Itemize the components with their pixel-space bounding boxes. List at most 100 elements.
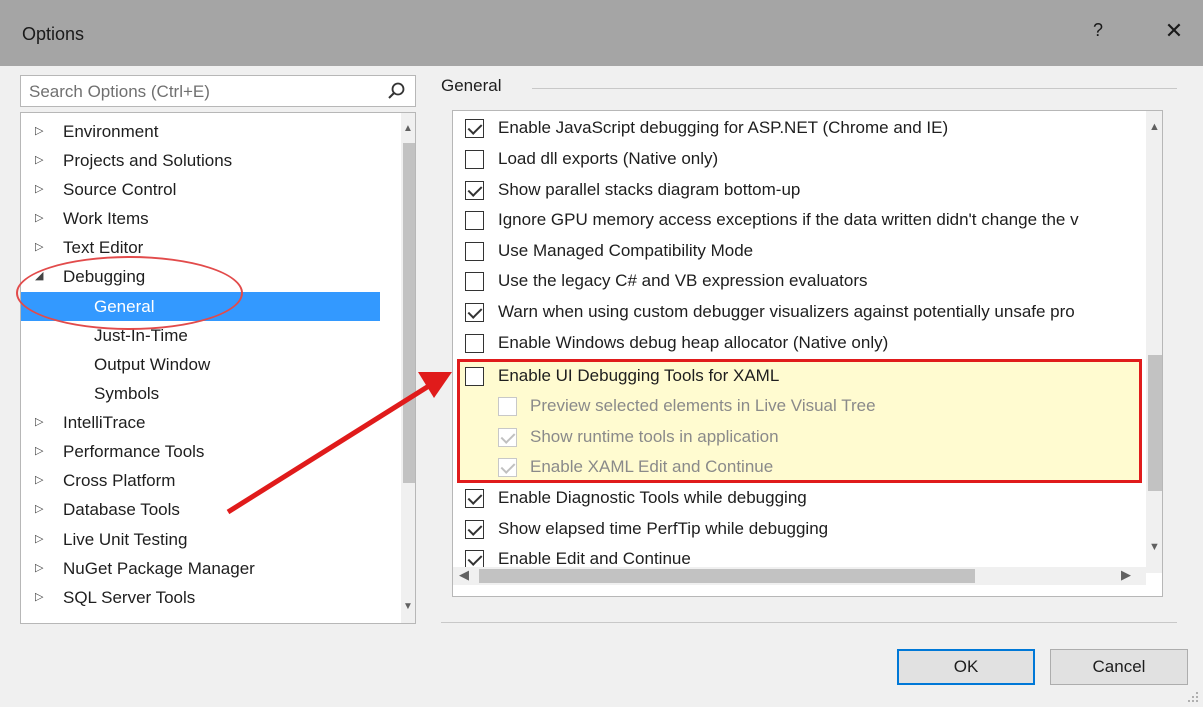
tree-item-cross-platform[interactable]: ▷ Cross Platform (21, 466, 391, 495)
checkbox[interactable] (498, 458, 517, 477)
option-row[interactable]: Show elapsed time PerfTip while debuggin… (453, 514, 1143, 544)
checkbox[interactable] (465, 150, 484, 169)
checkbox[interactable] (498, 397, 517, 416)
tree-item-label: Performance Tools (63, 442, 205, 461)
checkbox[interactable] (465, 367, 484, 386)
option-row[interactable]: Use the legacy C# and VB expression eval… (453, 266, 1143, 296)
tree-item-label: Projects and Solutions (63, 151, 233, 170)
tree-item-label: Cross Platform (63, 471, 176, 490)
option-label: Enable Edit and Continue (498, 549, 691, 567)
expand-arrow-icon[interactable]: ▷ (35, 525, 43, 554)
expand-arrow-icon[interactable]: ▷ (35, 408, 43, 437)
tree-item-performance-tools[interactable]: ▷ Performance Tools (21, 437, 391, 466)
expand-arrow-icon[interactable]: ▷ (35, 437, 43, 466)
option-label: Show elapsed time PerfTip while debuggin… (498, 519, 829, 538)
tree-item-sql-server-tools[interactable]: ▷ SQL Server Tools (21, 583, 391, 612)
section-title: General (441, 76, 502, 95)
scroll-down-icon[interactable]: ▼ (403, 601, 413, 612)
expand-arrow-icon[interactable]: ▷ (35, 554, 43, 583)
options-list[interactable]: Enable JavaScript debugging for ASP.NET … (452, 110, 1163, 597)
checkbox[interactable] (465, 550, 484, 567)
expand-arrow-icon[interactable]: ▷ (35, 466, 43, 495)
tree-item-label: Work Items (63, 209, 149, 228)
tree-scrollbar-thumb[interactable] (403, 143, 415, 483)
expand-arrow-icon[interactable]: ▷ (35, 146, 43, 175)
option-row-xaml-tools[interactable]: Enable UI Debugging Tools for XAML (453, 361, 1143, 391)
cancel-button[interactable]: Cancel (1050, 649, 1188, 685)
expand-arrow-icon[interactable]: ▷ (35, 583, 43, 612)
option-row[interactable]: Ignore GPU memory access exceptions if t… (453, 205, 1143, 235)
search-input[interactable]: Search Options (Ctrl+E) (29, 82, 210, 102)
tree-item-output-window[interactable]: Output Window (21, 350, 391, 379)
close-button[interactable]: ✕ (1160, 18, 1188, 46)
tree-item-text-editor[interactable]: ▷ Text Editor (21, 233, 391, 262)
checkbox[interactable] (465, 303, 484, 322)
option-row[interactable]: Show parallel stacks diagram bottom-up (453, 175, 1143, 205)
tree-item-label: SQL Server Tools (63, 588, 196, 607)
checkbox[interactable] (465, 181, 484, 200)
checkbox[interactable] (498, 428, 517, 447)
tree-scrollbar[interactable]: ▲ ▼ (401, 113, 415, 623)
scroll-up-icon[interactable]: ▲ (403, 123, 413, 134)
options-hscroll-thumb[interactable] (479, 569, 975, 583)
tree-item-live-unit-testing[interactable]: ▷ Live Unit Testing (21, 525, 391, 554)
option-label: Warn when using custom debugger visualiz… (498, 302, 1075, 321)
option-row[interactable]: Enable Diagnostic Tools while debugging (453, 483, 1143, 513)
tree-item-symbols[interactable]: Symbols (21, 379, 391, 408)
option-row[interactable]: Preview selected elements in Live Visual… (453, 391, 1143, 421)
tree-item-label: Source Control (63, 180, 177, 199)
checkbox[interactable] (465, 211, 484, 230)
tree-item-label: NuGet Package Manager (63, 559, 255, 578)
section-divider (532, 88, 1177, 89)
expand-arrow-icon[interactable]: ▷ (35, 117, 43, 146)
tree-item-intellitrace[interactable]: ▷ IntelliTrace (21, 408, 391, 437)
checkbox[interactable] (465, 242, 484, 261)
window-title: Options (22, 24, 85, 44)
options-scrollbar-thumb[interactable] (1148, 355, 1162, 491)
option-row[interactable]: Enable Edit and Continue (453, 544, 1143, 567)
option-label: Load dll exports (Native only) (498, 149, 719, 168)
checkbox[interactable] (465, 489, 484, 508)
option-row[interactable]: Use Managed Compatibility Mode (453, 236, 1143, 266)
tree-item-label: Live Unit Testing (63, 530, 188, 549)
tree-item-source-control[interactable]: ▷ Source Control (21, 175, 391, 204)
expand-arrow-icon[interactable]: ▷ (35, 204, 43, 233)
scroll-up-icon[interactable]: ▲ (1149, 121, 1160, 133)
option-row[interactable]: Enable XAML Edit and Continue (453, 452, 1143, 482)
option-label: Use Managed Compatibility Mode (498, 241, 754, 260)
options-tree[interactable]: ▷ Environment ▷ Projects and Solutions ▷… (20, 112, 416, 624)
options-horizontal-scrollbar[interactable]: ◀ ▶ (453, 567, 1146, 585)
scroll-down-icon[interactable]: ▼ (1149, 541, 1160, 553)
scroll-right-icon[interactable]: ▶ (1121, 567, 1131, 583)
search-icon[interactable] (387, 81, 407, 101)
option-label: Show parallel stacks diagram bottom-up (498, 180, 801, 199)
tree-item-label: Symbols (94, 384, 160, 403)
ok-button[interactable]: OK (897, 649, 1035, 685)
options-vertical-scrollbar[interactable]: ▲ ▼ (1146, 111, 1162, 573)
resize-grip-icon[interactable] (1186, 690, 1200, 704)
checkbox[interactable] (465, 272, 484, 291)
option-row[interactable]: Enable JavaScript debugging for ASP.NET … (453, 113, 1143, 143)
tree-item-work-items[interactable]: ▷ Work Items (21, 204, 391, 233)
checkbox[interactable] (465, 119, 484, 138)
checkbox[interactable] (465, 334, 484, 353)
footer-divider (441, 622, 1177, 623)
option-label: Enable Windows debug heap allocator (Nat… (498, 333, 889, 352)
tree-item-environment[interactable]: ▷ Environment (21, 117, 391, 146)
expand-arrow-icon[interactable]: ▷ (35, 233, 43, 262)
help-button[interactable]: ? (1086, 20, 1110, 46)
option-row[interactable]: Warn when using custom debugger visualiz… (453, 297, 1143, 327)
option-row[interactable]: Load dll exports (Native only) (453, 144, 1143, 174)
checkbox[interactable] (465, 520, 484, 539)
tree-item-database-tools[interactable]: ▷ Database Tools (21, 495, 391, 524)
expand-arrow-icon[interactable]: ▷ (35, 495, 43, 524)
option-label: Enable XAML Edit and Continue (530, 457, 774, 476)
tree-item-nuget-package-manager[interactable]: ▷ NuGet Package Manager (21, 554, 391, 583)
scroll-left-icon[interactable]: ◀ (459, 567, 469, 583)
search-box[interactable]: Search Options (Ctrl+E) (20, 75, 416, 107)
tree-item-projects-and-solutions[interactable]: ▷ Projects and Solutions (21, 146, 391, 175)
expand-arrow-icon[interactable]: ▷ (35, 175, 43, 204)
option-row[interactable]: Enable Windows debug heap allocator (Nat… (453, 328, 1143, 358)
option-row[interactable]: Show runtime tools in application (453, 422, 1143, 452)
title-bar: Options ? ✕ (0, 0, 1203, 66)
